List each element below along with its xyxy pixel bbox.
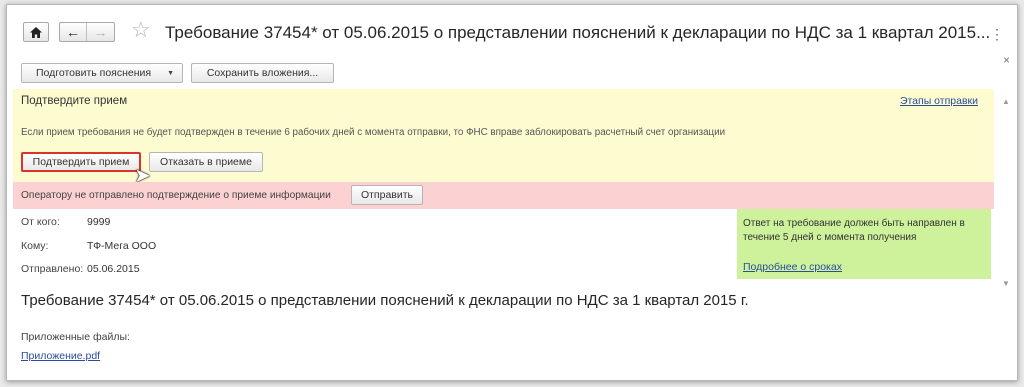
from-value: 9999 bbox=[87, 216, 111, 228]
scrollbar[interactable]: ▲ ▼ bbox=[998, 89, 1014, 299]
blocking-warning-text: Если прием требования не будет подтвержд… bbox=[21, 127, 726, 138]
operator-notice-text: Оператору не отправлено подтверждение о … bbox=[21, 190, 331, 201]
back-button[interactable]: ← bbox=[60, 23, 88, 41]
dropdown-arrow-icon: ▼ bbox=[167, 70, 174, 77]
favorite-star-icon[interactable]: ☆ bbox=[131, 19, 151, 41]
to-label: Кому: bbox=[21, 240, 49, 252]
deadline-text: Ответ на требование должен быть направле… bbox=[743, 218, 965, 243]
history-navigation: ← → bbox=[59, 22, 115, 42]
title-bar: ← → ☆ Требование 37454* от 05.06.2015 о … bbox=[7, 5, 1017, 57]
sending-stages-link[interactable]: Этапы отправки bbox=[900, 95, 978, 107]
confirm-receipt-panel: Подтвердите прием Этапы отправки Если пр… bbox=[13, 89, 994, 186]
sent-value: 05.06.2015 bbox=[87, 263, 140, 275]
close-icon[interactable]: × bbox=[1003, 53, 1010, 67]
home-icon bbox=[30, 26, 42, 38]
prepare-explanations-label: Подготовить пояснения bbox=[36, 67, 152, 79]
confirm-receipt-button[interactable]: Подтвердить прием bbox=[21, 152, 141, 172]
confirm-receipt-title: Подтвердите прием bbox=[21, 95, 128, 107]
attachment-file-link[interactable]: Приложение.pdf bbox=[21, 350, 100, 362]
prepare-explanations-button[interactable]: Подготовить пояснения ▼ bbox=[21, 63, 183, 83]
forward-arrow-icon: → bbox=[93, 24, 108, 40]
home-button[interactable] bbox=[23, 22, 49, 42]
operator-notice-panel: Оператору не отправлено подтверждение о … bbox=[13, 182, 994, 209]
back-arrow-icon: ← bbox=[66, 24, 80, 40]
save-attachments-button[interactable]: Сохранить вложения... bbox=[191, 63, 334, 83]
document-heading: Требование 37454* от 05.06.2015 о предст… bbox=[21, 292, 749, 309]
window-title: Требование 37454* от 05.06.2015 о предст… bbox=[165, 23, 991, 42]
attached-files-label: Приложенные файлы: bbox=[21, 331, 130, 343]
scroll-down-icon[interactable]: ▼ bbox=[1002, 279, 1010, 288]
to-value: ТФ-Мега ООО bbox=[87, 240, 157, 252]
from-label: От кого: bbox=[21, 216, 60, 228]
reject-receipt-button[interactable]: Отказать в приеме bbox=[149, 152, 263, 172]
forward-button[interactable]: → bbox=[87, 23, 114, 41]
send-button[interactable]: Отправить bbox=[351, 185, 423, 205]
deadline-details-link[interactable]: Подробнее о сроках bbox=[743, 261, 842, 273]
deadline-panel: Ответ на требование должен быть направле… bbox=[737, 209, 991, 279]
scroll-up-icon[interactable]: ▲ bbox=[1002, 97, 1010, 106]
document-window: ← → ☆ Требование 37454* от 05.06.2015 о … bbox=[6, 4, 1018, 381]
more-options-icon[interactable]: ⋮ bbox=[990, 26, 1004, 43]
sent-label: Отправлено: bbox=[21, 263, 84, 275]
